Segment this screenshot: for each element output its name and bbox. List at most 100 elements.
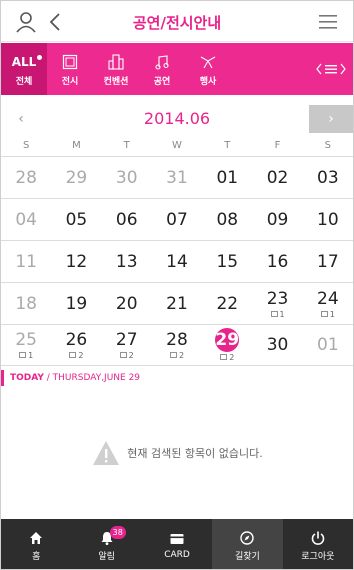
calendar-day[interactable]: 02 bbox=[252, 157, 302, 198]
event-count-value: 2 bbox=[78, 351, 84, 360]
category-event[interactable]: 행사 bbox=[185, 43, 231, 95]
day-number: 07 bbox=[166, 209, 188, 230]
calendar-day[interactable]: 18 bbox=[1, 283, 51, 324]
day-number: 09 bbox=[266, 209, 289, 230]
calendar-day[interactable]: 25 1 bbox=[1, 325, 51, 365]
day-number: 26 bbox=[65, 330, 88, 350]
calendar-day[interactable]: 30 bbox=[252, 325, 302, 365]
calendar-day[interactable]: 06 bbox=[102, 199, 152, 240]
calendar-day[interactable]: 14 bbox=[152, 241, 202, 282]
calendar-day[interactable]: 07 bbox=[152, 199, 202, 240]
day-number: 02 bbox=[266, 167, 289, 188]
calendar-day[interactable]: 16 bbox=[252, 241, 302, 282]
calendar-day[interactable]: 31 bbox=[152, 157, 202, 198]
tab-label: 길찾기 bbox=[235, 551, 260, 562]
calendar-day[interactable]: 26 2 bbox=[51, 325, 101, 365]
home-icon bbox=[30, 531, 43, 544]
day-number: 04 bbox=[15, 209, 37, 230]
day-number: 23 bbox=[266, 288, 289, 309]
tab-home[interactable]: 홈 bbox=[1, 519, 71, 569]
category-label: 전시 bbox=[61, 76, 79, 87]
calendar-day-today[interactable]: 29 2 bbox=[202, 325, 252, 365]
calendar-day[interactable]: 28 2 bbox=[152, 325, 202, 365]
day-number: 30 bbox=[115, 167, 138, 188]
calendar-day[interactable]: 27 2 bbox=[102, 325, 152, 365]
category-performance[interactable]: 공연 bbox=[139, 43, 185, 95]
card-icon bbox=[170, 534, 184, 544]
calendar-grid: 28 29 30 31 01 02 03 04 05 06 07 08 09 10 11 12 13 14 15 16… bbox=[1, 156, 353, 366]
day-number: 15 bbox=[216, 251, 239, 272]
event-count: 2 bbox=[119, 351, 134, 360]
tab-label: 알림 bbox=[98, 551, 115, 562]
day-number: 01 bbox=[216, 167, 239, 188]
calendar-day[interactable]: 05 bbox=[51, 199, 101, 240]
event-icon bbox=[119, 352, 127, 358]
calendar-day[interactable]: 10 bbox=[303, 199, 353, 240]
day-number: 28 bbox=[15, 167, 37, 188]
next-month-button[interactable]: › bbox=[309, 105, 353, 133]
calendar-day[interactable]: 19 bbox=[51, 283, 101, 324]
calendar-day[interactable]: 09 bbox=[252, 199, 302, 240]
calendar-day[interactable]: 22 bbox=[202, 283, 252, 324]
day-number: 20 bbox=[115, 293, 138, 314]
category-label: 전체 bbox=[15, 76, 33, 87]
music-note-icon bbox=[155, 54, 169, 70]
calendar-day[interactable]: 29 bbox=[51, 157, 101, 198]
calendar-day[interactable]: 11 bbox=[1, 241, 51, 282]
calendar-day[interactable]: 17 bbox=[303, 241, 353, 282]
category-label: 공연 bbox=[153, 76, 171, 87]
tab-directions[interactable]: 길찾기 bbox=[212, 519, 283, 569]
calendar-day[interactable]: 21 bbox=[152, 283, 202, 324]
event-count: 1 bbox=[19, 351, 33, 360]
calendar-day[interactable]: 08 bbox=[202, 199, 252, 240]
back-arrow-icon[interactable] bbox=[45, 11, 67, 33]
user-icon[interactable] bbox=[15, 11, 37, 33]
day-number: 06 bbox=[115, 209, 138, 230]
category-exhibition[interactable]: 전시 bbox=[47, 43, 93, 95]
calendar-day[interactable]: 01 bbox=[303, 325, 353, 365]
calendar-day[interactable]: 15 bbox=[202, 241, 252, 282]
day-number: 29 bbox=[65, 167, 88, 188]
warning-icon bbox=[93, 441, 120, 465]
today-bar: TODAY / THURSDAY,JUNE 29 bbox=[1, 370, 353, 386]
event-icon bbox=[170, 352, 177, 358]
category-convention[interactable]: 컨벤션 bbox=[93, 43, 139, 95]
calendar-day[interactable]: 12 bbox=[51, 241, 101, 282]
day-number: 30 bbox=[266, 335, 289, 355]
day-number: 29 bbox=[215, 328, 240, 352]
empty-state: 현재 검색된 항목이 없습니다. bbox=[1, 438, 353, 468]
category-more-button[interactable] bbox=[309, 43, 353, 95]
category-all[interactable]: ALL 전체 bbox=[1, 43, 47, 95]
tab-logout[interactable]: 로그아웃 bbox=[283, 519, 353, 569]
calendar-day[interactable]: 23 1 bbox=[252, 283, 302, 324]
all-badge: ALL bbox=[11, 54, 42, 69]
calendar-day[interactable]: 01 bbox=[202, 157, 252, 198]
calendar-day[interactable]: 13 bbox=[102, 241, 152, 282]
event-count: 2 bbox=[170, 351, 184, 360]
calendar-day[interactable]: 30 bbox=[102, 157, 152, 198]
tab-notifications[interactable]: 38 알림 bbox=[71, 519, 141, 569]
event-count-value: 1 bbox=[28, 351, 34, 360]
hamburger-menu-icon[interactable] bbox=[317, 11, 339, 33]
category-label: 컨벤션 bbox=[103, 76, 129, 87]
event-icon bbox=[320, 310, 328, 317]
tab-label: CARD bbox=[164, 550, 190, 560]
event-count-value: 1 bbox=[279, 309, 285, 319]
category-label: 행사 bbox=[199, 76, 217, 87]
calendar-day[interactable]: 28 bbox=[1, 157, 51, 198]
day-number: 13 bbox=[115, 251, 138, 272]
day-number: 16 bbox=[266, 251, 289, 272]
day-number: 31 bbox=[166, 167, 188, 188]
bottom-tab-bar: 홈 38 알림 CARD 길찾기 로그아웃 bbox=[1, 519, 353, 569]
power-icon bbox=[311, 531, 325, 545]
tab-card[interactable]: CARD bbox=[142, 519, 212, 569]
calendar-day[interactable]: 03 bbox=[303, 157, 353, 198]
day-number: 10 bbox=[317, 209, 339, 230]
day-number: 12 bbox=[65, 251, 88, 272]
calendar-day[interactable]: 20 bbox=[102, 283, 152, 324]
calendar-day[interactable]: 24 1 bbox=[303, 283, 353, 324]
day-number: 19 bbox=[65, 293, 88, 314]
category-bar: ALL 전체 전시 컨벤션 공연 행사 bbox=[1, 43, 353, 95]
calendar-day[interactable]: 04 bbox=[1, 199, 51, 240]
day-number: 28 bbox=[166, 330, 188, 350]
